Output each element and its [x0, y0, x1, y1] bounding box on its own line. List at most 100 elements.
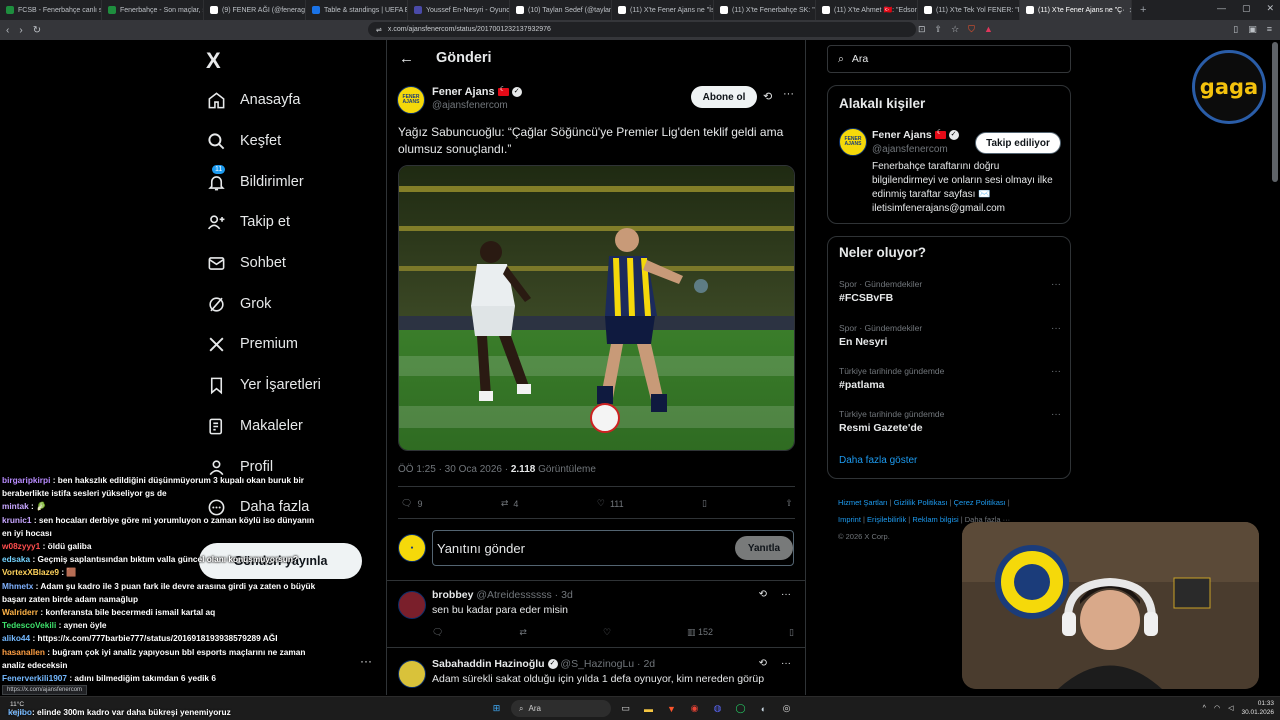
browser-tab[interactable]: (11) X'te Fener Ajans ne "İsma· — [612, 0, 714, 20]
browser-tab[interactable]: Table & standings | UEFA Euro· — [306, 0, 408, 20]
account-more-icon[interactable]: ··· — [360, 654, 372, 668]
new-tab-icon[interactable]: + — [1132, 4, 1154, 16]
back-arrow-icon[interactable]: ← — [399, 50, 414, 67]
search-input[interactable]: ⌕ Ara — [827, 45, 1071, 73]
browser-tab[interactable]: (11) X'te Fener Ajans ne "Ç·✕ — [1020, 0, 1132, 20]
sidebar-icon[interactable]: ▯ — [1233, 24, 1238, 35]
browser-tab[interactable]: (10) Taylan Sedef (@taylansu· — [510, 0, 612, 20]
brave-shield-icon[interactable]: ⛉ — [968, 24, 975, 35]
obs-icon[interactable]: ◎ — [778, 700, 795, 717]
reply-more-icon[interactable]: ··· — [781, 658, 791, 669]
close-icon[interactable]: ✕ — [1266, 3, 1274, 14]
whatsapp-icon[interactable]: ◯ — [732, 700, 749, 717]
related-name-row[interactable]: Fener Ajans ✓ — [872, 128, 959, 141]
sidebar-item-sohbet[interactable]: Sohbet — [206, 253, 286, 273]
chrome-icon[interactable]: ◉ — [686, 700, 703, 717]
rewards-icon[interactable]: ▲ — [984, 24, 993, 35]
footer-link[interactable]: Reklam bilgisi — [912, 515, 958, 524]
grok-icon[interactable]: ⟲ — [759, 589, 767, 600]
author-name[interactable]: Fener Ajans — [432, 86, 495, 98]
author-name-row[interactable]: Fener Ajans ✓ — [432, 85, 522, 98]
author-handle[interactable]: @ajansfenercom — [432, 100, 508, 111]
trend-more-icon[interactable]: ··· — [1051, 366, 1061, 377]
tweet-timestamp[interactable]: ÖÖ 1:25 · 30 Oca 2026 · — [398, 464, 511, 475]
subscribe-button[interactable]: Abone ol — [691, 86, 757, 108]
trend-item[interactable]: Spor · Gündemdekiler En Nesyri ··· — [839, 323, 1061, 348]
reply-item[interactable]: brobbey @Atreidessssss · 3d sen bu kadar … — [387, 589, 805, 649]
heart-icon[interactable]: ♡ — [603, 627, 611, 638]
wallet-icon[interactable]: ▣ — [1248, 24, 1257, 35]
reply-icon[interactable]: 🗨 — [432, 627, 443, 638]
sidebar-item-yer-i-şaretleri[interactable]: Yer İşaretleri — [206, 375, 321, 395]
trend-item[interactable]: Türkiye tarihinde gündemde Resmi Gazete'd… — [839, 409, 1061, 434]
install-icon[interactable]: ⊡ — [918, 24, 926, 35]
trend-more-icon[interactable]: ··· — [1051, 409, 1061, 420]
sidebar-item-premium[interactable]: Premium — [206, 334, 298, 354]
repost-action[interactable]: ⇄ 4 — [501, 498, 519, 509]
grok-icon[interactable]: ⟲ — [759, 658, 767, 669]
taskbar-search[interactable]: ⌕ Ara — [511, 700, 611, 717]
bookmark-star-icon[interactable]: ☆ — [951, 24, 959, 35]
reply-author[interactable]: Sabahaddin Hazinoğlu ✓ @S_HazinogLu · 2d — [432, 658, 655, 670]
browser-tab[interactable]: (9) FENER AĞI (@feneragi) / X — [204, 0, 306, 20]
page-scrollbar[interactable] — [1272, 42, 1278, 182]
reply-more-icon[interactable]: ··· — [781, 589, 791, 600]
bookmark-action[interactable]: ▯ — [702, 498, 707, 509]
my-avatar[interactable]: ● — [398, 534, 426, 562]
footer-link[interactable]: Çerez Politikası — [954, 498, 1006, 507]
site-info-icon[interactable]: ⇌ — [376, 26, 382, 34]
trend-item[interactable]: Türkiye tarihinde gündemde #patlama ··· — [839, 366, 1061, 391]
minimize-icon[interactable]: — — [1217, 3, 1226, 14]
reply-item[interactable]: Sabahaddin Hazinoğlu ✓ @S_HazinogLu · 2d… — [398, 658, 795, 695]
tray-expand-icon[interactable]: ^ — [1203, 705, 1206, 712]
grok-icon[interactable]: ⟲ — [763, 90, 772, 103]
clock[interactable]: 01:33 30.01.2026 — [1241, 699, 1274, 717]
share-icon[interactable]: ⇪ — [935, 24, 943, 35]
share-action[interactable]: ⇧ — [785, 498, 793, 509]
reply-avatar[interactable] — [398, 591, 426, 619]
forward-icon[interactable]: › — [19, 25, 22, 36]
brave-icon[interactable]: ▼ — [663, 700, 680, 717]
wifi-icon[interactable]: ◠ — [1214, 704, 1220, 712]
show-more-link[interactable]: Daha fazla göster — [839, 455, 917, 466]
trend-item[interactable]: Spor · Gündemdekiler #FCSBvFB ··· — [839, 279, 1061, 304]
task-view-icon[interactable]: ▭ — [617, 700, 634, 717]
back-icon[interactable]: ‹ — [6, 25, 9, 36]
reload-icon[interactable]: ↻ — [33, 25, 41, 36]
like-action[interactable]: ♡ 111 — [597, 498, 624, 509]
bookmark-icon[interactable]: ▯ — [789, 627, 794, 638]
repost-icon[interactable]: ⇄ — [519, 627, 527, 638]
related-avatar[interactable]: FENER AJANS — [839, 128, 867, 156]
sidebar-item-grok[interactable]: Grok — [206, 294, 271, 314]
volume-icon[interactable]: ◁ — [1228, 704, 1233, 712]
browser-tab[interactable]: (11) X'te Ahmet 🇹🇷: "Edson · — [816, 0, 918, 20]
address-bar[interactable]: ⇌ x.com/ajansfenercom/status/20170012321… — [368, 22, 916, 37]
browser-tab[interactable]: FCSB - Fenerbahçe canlı skor, · — [0, 0, 102, 20]
file-explorer-icon[interactable]: ▬ — [640, 700, 657, 717]
steam-icon[interactable]: ◐ — [755, 700, 772, 717]
related-handle[interactable]: @ajansfenercom — [872, 144, 948, 155]
footer-link[interactable]: Imprint — [838, 515, 861, 524]
discord-icon[interactable]: ◍ — [709, 700, 726, 717]
reply-avatar[interactable] — [398, 660, 426, 688]
trend-more-icon[interactable]: ··· — [1051, 279, 1061, 290]
footer-link[interactable]: Gizlilik Politikası — [894, 498, 948, 507]
reply-button[interactable]: Yanıtla — [735, 536, 793, 560]
tweet-photo[interactable] — [398, 165, 795, 451]
footer-link[interactable]: Erişilebilirlik — [867, 515, 906, 524]
sidebar-item-anasayfa[interactable]: Anasayfa — [206, 90, 300, 110]
maximize-icon[interactable]: ▢ — [1242, 3, 1251, 14]
footer-link[interactable]: Hizmet Şartları — [838, 498, 888, 507]
browser-tab[interactable]: (11) X'te Fenerbahçe SK: "UEF· — [714, 0, 816, 20]
tweet-more-icon[interactable]: ··· — [783, 88, 794, 100]
avatar[interactable]: FENER AJANS — [397, 86, 425, 114]
sidebar-item-makaleler[interactable]: Makaleler — [206, 416, 303, 436]
related-name[interactable]: Fener Ajans — [872, 129, 932, 141]
menu-icon[interactable]: ≡ — [1267, 24, 1272, 35]
trend-more-icon[interactable]: ··· — [1051, 323, 1061, 334]
start-icon[interactable]: ⊞ — [488, 700, 505, 717]
reply-author[interactable]: brobbey @Atreidessssss · 3d — [432, 589, 573, 601]
reply-action[interactable]: 🗨 9 — [401, 498, 422, 509]
sidebar-item-takip-et[interactable]: Takip et — [206, 212, 290, 232]
sidebar-item-bildirimler[interactable]: 11 Bildirimler — [206, 165, 304, 192]
